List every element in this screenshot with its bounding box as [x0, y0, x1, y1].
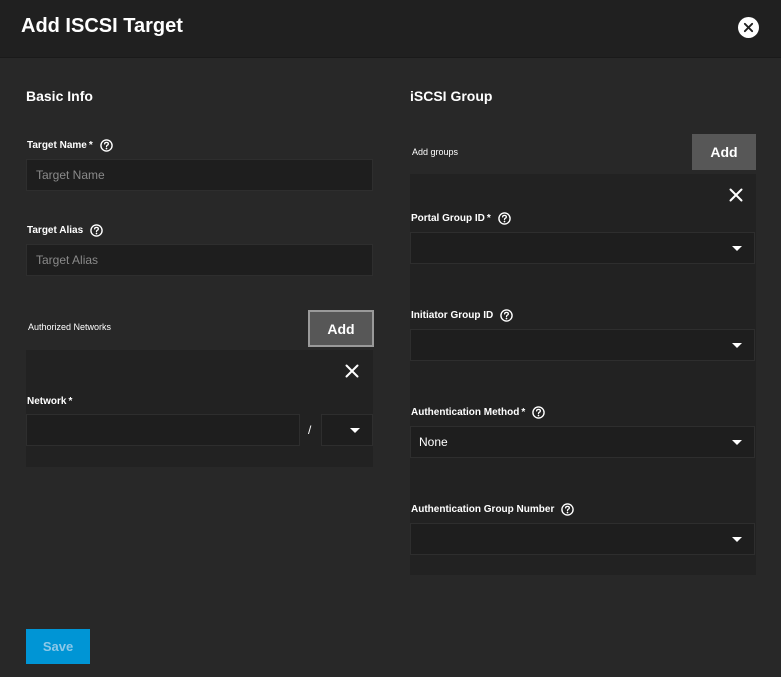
target-name-label: Target Name *	[27, 139, 113, 152]
portal-group-id-label-text: Portal Group ID	[411, 213, 485, 224]
help-icon[interactable]	[500, 309, 513, 322]
target-alias-label: Target Alias	[27, 224, 103, 237]
save-button[interactable]: Save	[26, 629, 90, 664]
authorized-networks-label: Authorized Networks	[28, 322, 112, 332]
chevron-down-icon	[732, 343, 742, 348]
target-alias-label-text: Target Alias	[27, 225, 84, 236]
add-groups-label: Add groups	[412, 147, 459, 157]
help-icon[interactable]	[532, 406, 546, 419]
network-label: Network *	[27, 395, 72, 408]
authentication-method-label: Authentication Method *	[411, 406, 546, 419]
header-divider	[0, 57, 781, 58]
authentication-group-number-label: Authentication Group Number	[411, 503, 575, 516]
portal-group-id-label: Portal Group ID *	[411, 212, 511, 225]
add-network-button[interactable]: Add	[308, 310, 374, 347]
authentication-method-label-text: Authentication Method	[411, 407, 520, 418]
network-separator: /	[308, 423, 312, 437]
initiator-group-id-select[interactable]	[410, 329, 755, 361]
remove-network-icon[interactable]	[345, 364, 359, 378]
help-icon[interactable]	[99, 139, 113, 152]
dialog-header: Add ISCSI Target	[0, 0, 781, 57]
basic-info-title: Basic Info	[26, 88, 93, 104]
network-label-text: Network	[27, 396, 67, 407]
authentication-group-number-label-text: Authentication Group Number	[411, 504, 555, 515]
target-name-label-text: Target Name	[27, 140, 87, 151]
initiator-group-id-label-text: Initiator Group ID	[411, 310, 494, 321]
authentication-method-select[interactable]: None	[410, 426, 755, 458]
add-group-button[interactable]: Add	[692, 134, 756, 170]
iscsi-group-title: iSCSI Group	[410, 88, 493, 104]
close-button[interactable]	[738, 17, 759, 38]
netmask-select[interactable]	[321, 414, 373, 446]
target-name-input[interactable]	[26, 159, 373, 191]
authentication-method-value: None	[419, 435, 448, 449]
remove-group-icon[interactable]	[729, 188, 743, 202]
help-icon[interactable]	[561, 503, 575, 516]
target-alias-input[interactable]	[26, 244, 373, 276]
portal-group-id-select[interactable]	[410, 232, 755, 264]
help-icon[interactable]	[498, 212, 511, 225]
network-entry-panel	[26, 350, 373, 467]
chevron-down-icon	[732, 537, 742, 542]
chevron-down-icon	[350, 428, 360, 433]
help-icon[interactable]	[90, 224, 103, 237]
required-marker: *	[521, 407, 526, 418]
required-marker: *	[88, 140, 93, 151]
authentication-group-number-select[interactable]	[410, 523, 755, 555]
chevron-down-icon	[732, 440, 742, 445]
close-icon	[743, 22, 754, 33]
required-marker: *	[68, 396, 73, 407]
initiator-group-id-label: Initiator Group ID	[411, 309, 513, 322]
chevron-down-icon	[732, 246, 742, 251]
required-marker: *	[486, 213, 491, 224]
network-address-input[interactable]	[26, 414, 300, 446]
dialog-title: Add ISCSI Target	[21, 15, 183, 37]
